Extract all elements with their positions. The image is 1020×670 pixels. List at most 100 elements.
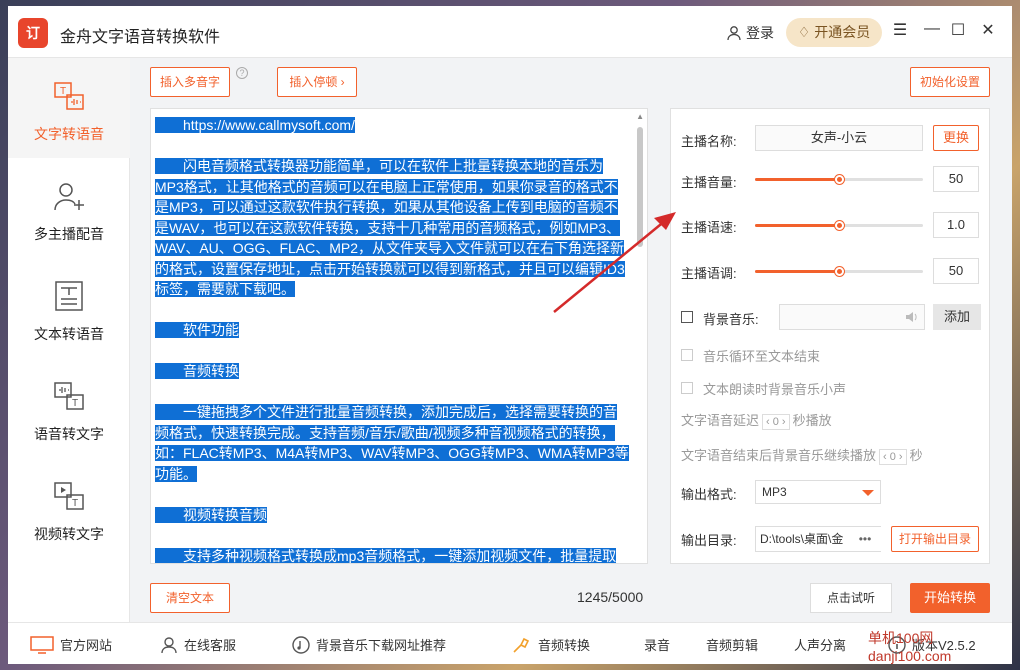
char-counter: 1245/5000: [577, 589, 644, 605]
quiet-checkbox[interactable]: [681, 382, 693, 394]
minimize-button[interactable]: —: [922, 20, 942, 38]
main-content: 插入多音字 ? 插入停顿 › 初始化设置 https://www.callmys…: [130, 58, 1012, 622]
dropdown-arrow-icon: [862, 490, 874, 496]
sidebar: T 文字转语音 多主播配音 文本转语音 T 语音转文字 T 视频转文字: [8, 58, 130, 622]
menu-button[interactable]: ☰: [890, 20, 910, 40]
editor-paragraph: 软件功能: [155, 322, 239, 338]
format-select[interactable]: MP3: [755, 480, 881, 504]
start-convert-button[interactable]: 开始转换: [910, 583, 990, 613]
delay-suffix: 秒播放: [792, 413, 832, 428]
editor-paragraph: 一键拖拽多个文件进行批量音频转换，添加完成后，选择需要转换的音频格式，快速转换完…: [155, 404, 629, 482]
delay-value: 0: [772, 415, 779, 428]
document-icon: [55, 281, 83, 311]
vocal-separation-link[interactable]: 人声分离: [794, 635, 846, 654]
speed-label: 主播语速:: [681, 220, 737, 235]
tools-icon: [513, 637, 530, 653]
scroll-up-arrow[interactable]: ▲: [636, 112, 644, 121]
open-dir-button[interactable]: 打开输出目录: [891, 526, 979, 552]
delay-prefix: 文字语音延迟: [681, 413, 760, 428]
login-button[interactable]: 登录: [726, 23, 774, 43]
add-music-button[interactable]: 添加: [933, 304, 981, 330]
dir-label: 输出目录:: [681, 533, 737, 548]
watermark: 单机100网 danji100.com: [868, 630, 952, 664]
bottom-item-label: 人声分离: [794, 638, 847, 653]
volume-slider[interactable]: [755, 175, 923, 184]
diamond-icon: ♢: [797, 24, 811, 40]
continue-stepper[interactable]: ‹ 0 ›: [879, 448, 907, 465]
pitch-slider-fill: [755, 270, 839, 273]
pitch-value[interactable]: 50: [933, 258, 979, 284]
delay-row: 文字语音延迟 ‹ 0 › 秒播放: [681, 410, 832, 430]
loop-label: 音乐循环至文本结束: [703, 349, 821, 364]
speed-slider-fill: [755, 224, 839, 227]
volume-slider-fill: [755, 178, 839, 181]
audio-edit-link[interactable]: 音频剪辑: [706, 635, 758, 654]
sidebar-item-multi-anchor[interactable]: 多主播配音: [8, 158, 130, 258]
clear-text-button[interactable]: 清空文本: [150, 583, 230, 613]
volume-label: 主播音量:: [681, 175, 737, 190]
video-to-text-icon: T: [54, 482, 84, 510]
volume-value[interactable]: 50: [933, 166, 979, 192]
sidebar-item-document-to-speech[interactable]: 文本转语音: [8, 258, 130, 358]
sidebar-item-label: 语音转文字: [34, 426, 104, 442]
editor-text[interactable]: https://www.callmysoft.com/ 闪电音频格式转换器功能简…: [155, 115, 629, 564]
reset-settings-button[interactable]: 初始化设置: [910, 67, 990, 97]
pitch-slider-knob[interactable]: [835, 267, 844, 276]
pitch-label: 主播语调:: [681, 266, 737, 281]
bg-music-checkbox[interactable]: [681, 311, 693, 323]
vip-label: 开通会员: [814, 24, 871, 40]
text-editor[interactable]: https://www.callmysoft.com/ 闪电音频格式转换器功能简…: [150, 108, 648, 564]
record-link[interactable]: 录音: [644, 635, 670, 654]
preview-button[interactable]: 点击试听: [810, 583, 892, 613]
svg-text:T: T: [72, 498, 78, 509]
sidebar-item-video-to-text[interactable]: T 视频转文字: [8, 458, 130, 558]
official-site-link[interactable]: 官方网站: [30, 635, 112, 654]
bg-music-sites-link[interactable]: 背景音乐下载网址推荐: [292, 635, 446, 654]
music-note-icon: [292, 635, 310, 654]
speed-value[interactable]: 1.0: [933, 212, 979, 238]
anchor-name-label: 主播名称:: [681, 134, 737, 149]
sidebar-item-label: 多主播配音: [34, 226, 104, 242]
editor-paragraph: https://www.callmysoft.com/: [155, 117, 355, 133]
sidebar-item-text-to-speech[interactable]: T 文字转语音: [8, 58, 130, 158]
speed-slider[interactable]: [755, 221, 923, 230]
editor-paragraph: 音频转换: [155, 363, 239, 379]
format-value: MP3: [762, 485, 787, 499]
delay-stepper[interactable]: ‹ 0 ›: [762, 413, 790, 430]
bottom-item-label: 背景音乐下载网址推荐: [316, 638, 447, 653]
customer-service-link[interactable]: 在线客服: [160, 635, 236, 654]
bg-music-field[interactable]: [779, 304, 925, 330]
bottom-item-label: 录音: [644, 638, 671, 653]
annotation-arrow: [553, 212, 676, 313]
audio-convert-link[interactable]: 音频转换: [512, 635, 590, 654]
change-anchor-button[interactable]: 更换: [933, 125, 979, 151]
settings-panel: 主播名称: 女声-小云 更换 主播音量: 50 主播语速: 1.0 主播语调: …: [670, 108, 990, 564]
bottom-item-label: 音频剪辑: [706, 638, 759, 653]
login-label: 登录: [746, 25, 774, 41]
sidebar-item-label: 文本转语音: [34, 326, 104, 342]
insert-pause-button[interactable]: 插入停顿 ›: [277, 67, 357, 97]
continue-value: 0: [889, 450, 896, 463]
pitch-slider[interactable]: [755, 267, 923, 276]
editor-paragraph: 视频转换音频: [155, 506, 267, 523]
speed-slider-knob[interactable]: [835, 221, 844, 230]
browse-dir-button[interactable]: •••: [849, 527, 881, 551]
continue-suffix: 秒: [909, 448, 923, 463]
sidebar-item-speech-to-text[interactable]: T 语音转文字: [8, 358, 130, 458]
help-icon[interactable]: ?: [236, 67, 248, 79]
maximize-button[interactable]: ☐: [948, 20, 968, 40]
editor-paragraph: 支持多种视频格式转换成mp3音频格式，一键添加视频文件，批量提取: [155, 547, 617, 564]
loop-checkbox[interactable]: [681, 349, 693, 361]
speaker-icon: [906, 312, 917, 322]
sidebar-item-label: 文字转语音: [34, 126, 104, 142]
vip-button[interactable]: ♢ 开通会员: [786, 18, 882, 47]
text-to-speech-icon: T: [54, 82, 84, 110]
user-icon: [727, 26, 741, 41]
app-window: 订 金舟文字语音转换软件 登录 ♢ 开通会员 ☰ — ☐ ✕ T 文字转语音 多…: [8, 6, 1012, 664]
support-icon: [161, 636, 177, 653]
bottom-item-label: 在线客服: [184, 638, 237, 653]
insert-polyphone-button[interactable]: 插入多音字: [150, 67, 230, 97]
close-button[interactable]: ✕: [978, 20, 998, 40]
quiet-label: 文本朗读时背景音乐小声: [703, 382, 847, 397]
volume-slider-knob[interactable]: [835, 175, 844, 184]
